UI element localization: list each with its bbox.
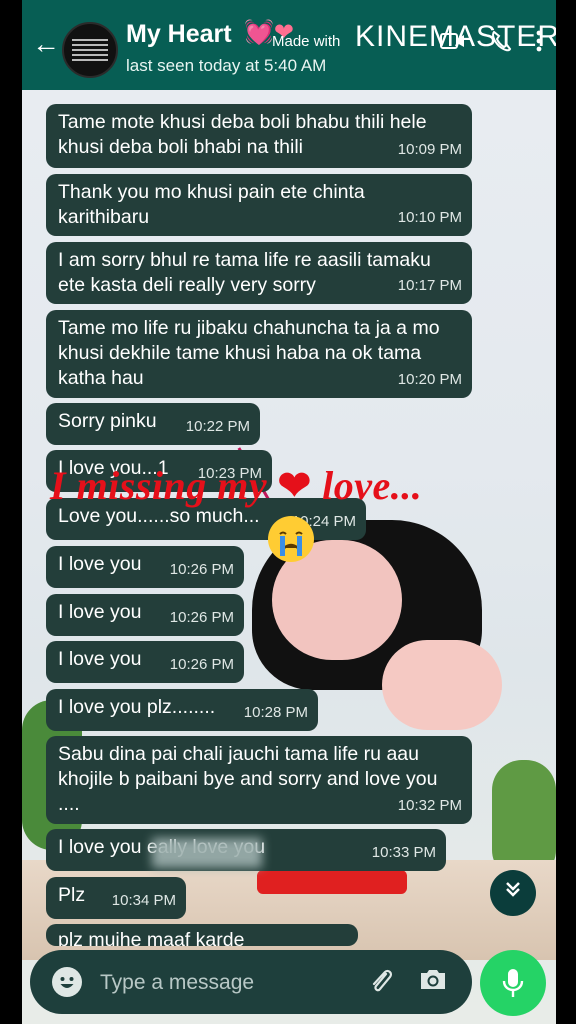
scroll-down-button[interactable] — [490, 870, 536, 916]
header-actions — [440, 30, 542, 59]
message-bubble[interactable]: Sabu dina pai chali jauchi tama life ru … — [46, 736, 472, 824]
message-input-bar — [30, 950, 472, 1014]
message-bubble[interactable]: Sorry pinku 10:22 PM — [46, 403, 260, 445]
watermark-prefix: Made with — [272, 33, 341, 50]
message-bubble[interactable]: I love you 10:26 PM — [46, 546, 244, 588]
message-bubble[interactable]: I love you plz........ 10:28 PM — [46, 689, 318, 731]
message-bubble[interactable]: Tame mote khusi deba boli bhabu thili he… — [46, 104, 472, 168]
background-photo — [257, 870, 407, 894]
phone-frame: ← My Heart 💓❤ last seen today at 5:40 AM… — [0, 0, 576, 1024]
video-call-icon[interactable] — [440, 30, 466, 59]
background-photo — [382, 640, 502, 730]
chat-screen: ← My Heart 💓❤ last seen today at 5:40 AM… — [22, 0, 556, 1024]
message-input[interactable] — [98, 964, 342, 1002]
phone-icon[interactable] — [490, 30, 512, 59]
message-bubble[interactable]: Plz 10:34 PM — [46, 877, 186, 919]
camera-icon[interactable] — [416, 966, 450, 998]
microphone-button[interactable] — [480, 950, 546, 1016]
more-icon[interactable] — [536, 30, 542, 59]
message-time: 10:32 PM — [397, 797, 462, 814]
message-time: 10:26 PM — [169, 561, 234, 578]
message-time: 10:20 PM — [397, 371, 462, 388]
censor-blur — [152, 838, 262, 868]
chat-header: ← My Heart 💓❤ last seen today at 5:40 AM… — [22, 0, 556, 90]
message-time: 10:09 PM — [397, 141, 462, 158]
overlay-caption-end: love... — [322, 463, 423, 508]
avatar[interactable] — [62, 22, 118, 78]
back-arrow-icon[interactable]: ← — [32, 30, 60, 58]
contact-name[interactable]: My Heart — [126, 20, 232, 49]
heart-icon: ❤ — [277, 463, 312, 508]
message-time: 10:28 PM — [243, 704, 308, 721]
message-bubble[interactable]: Thank you mo khusi pain ete chinta karit… — [46, 174, 472, 236]
last-seen-status: last seen today at 5:40 AM — [126, 56, 327, 75]
message-time: 10:10 PM — [397, 209, 462, 226]
message-time: 10:26 PM — [169, 656, 234, 673]
message-bubble[interactable]: I love you 10:26 PM — [46, 594, 244, 636]
message-bubble[interactable]: Tame mo life ru jibaku chahuncha ta ja a… — [46, 310, 472, 398]
overlay-caption-start: I missing my — [50, 463, 268, 508]
message-bubble[interactable]: I love you 10:26 PM — [46, 641, 244, 683]
overlay-caption: I missing my ❤ love... — [50, 462, 422, 509]
message-time: 10:26 PM — [169, 609, 234, 626]
message-time: 10:33 PM — [371, 844, 436, 861]
microphone-icon — [502, 969, 524, 997]
paperclip-icon[interactable] — [366, 966, 396, 998]
message-bubble[interactable]: plz muihe maaf karde — [46, 924, 358, 946]
message-time: 10:22 PM — [185, 418, 250, 435]
message-time: 10:34 PM — [111, 892, 176, 909]
message-text: plz muihe maaf karde — [58, 929, 245, 946]
chevron-double-down-icon — [506, 882, 520, 897]
crying-emoji-icon — [268, 516, 314, 562]
message-time: 10:17 PM — [397, 277, 462, 294]
emoji-icon[interactable] — [52, 967, 82, 997]
message-bubble[interactable]: I am sorry bhul re tama life re aasili t… — [46, 242, 472, 304]
